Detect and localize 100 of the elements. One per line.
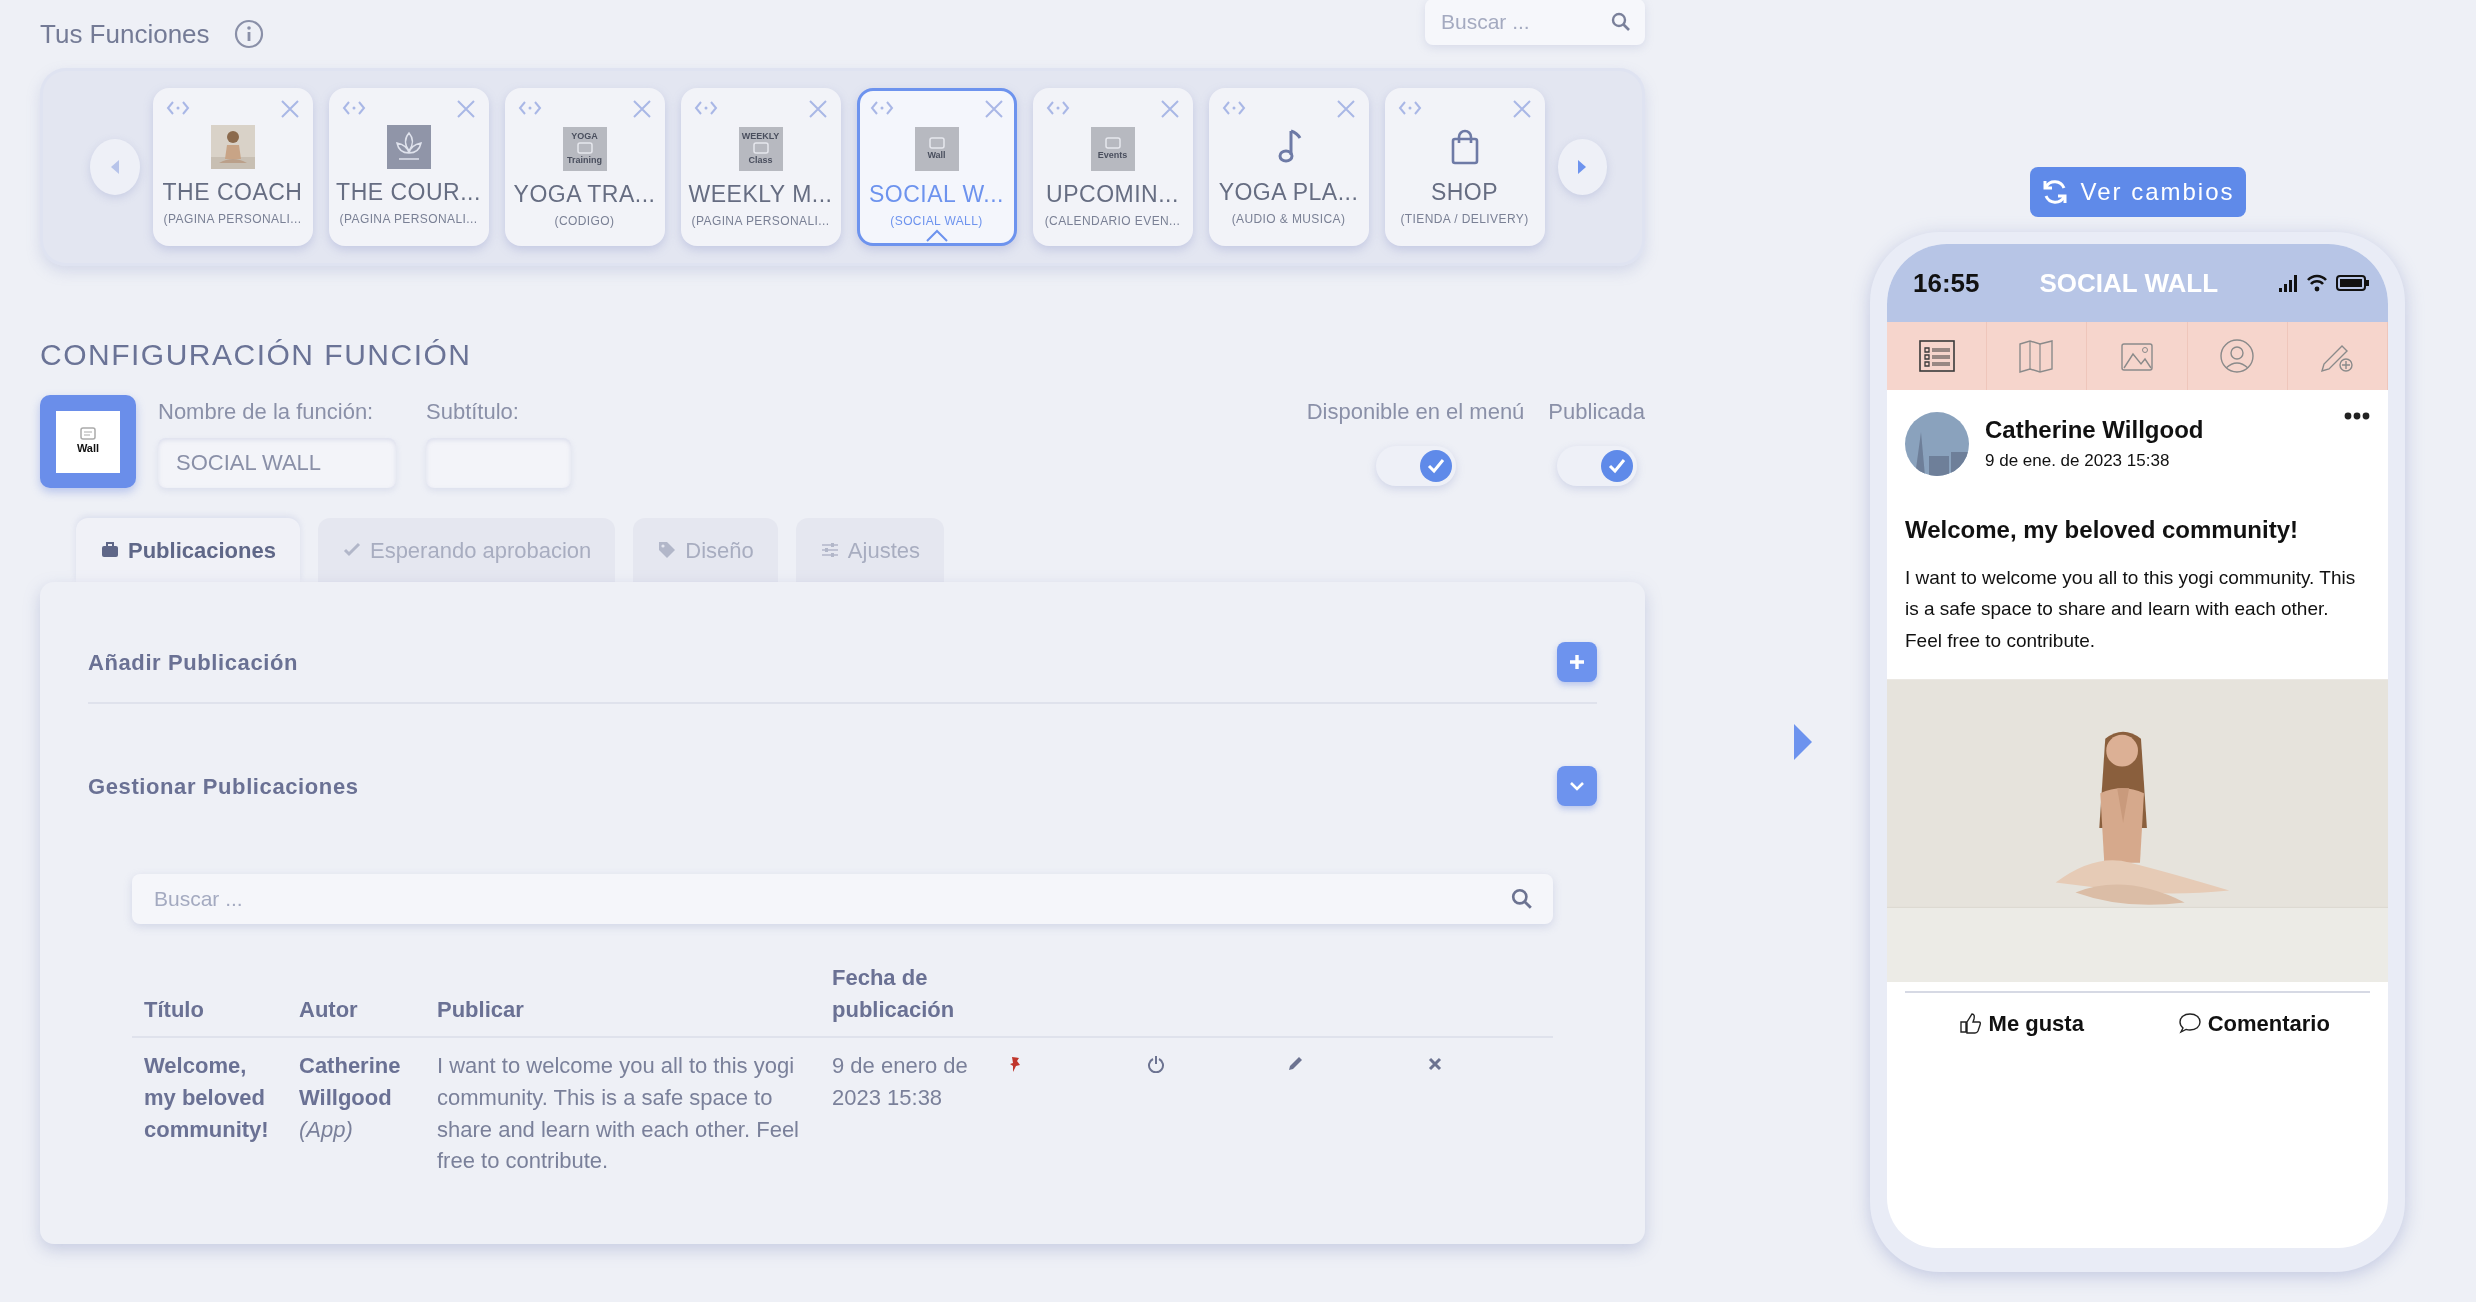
table-cell: Welcome, my beloved community!: [144, 1052, 269, 1142]
column-header: Autor: [299, 996, 358, 1022]
search-icon[interactable]: [1611, 12, 1631, 32]
chat-icon: [928, 137, 945, 152]
status-time: 16:55: [1913, 266, 1980, 300]
section-title: Gestionar Publicaciones: [88, 772, 359, 801]
close-icon[interactable]: [983, 99, 1004, 119]
search-bar[interactable]: Buscar ...: [1425, 0, 1645, 45]
close-icon[interactable]: [1511, 99, 1532, 119]
edit-icon[interactable]: [1286, 1054, 1304, 1073]
column-header: Título: [144, 996, 204, 1022]
toggle-switch[interactable]: [1375, 446, 1456, 486]
code-icon: [869, 99, 894, 117]
tile-title: SOCIAL W...: [869, 180, 1004, 209]
refresh-button[interactable]: Ver cambios: [2029, 167, 2246, 217]
author-name: Catherine Willgood: [1985, 415, 2205, 445]
tile-title: YOGA TRA...: [513, 180, 656, 209]
toggle-switch[interactable]: [1556, 446, 1637, 486]
code-icon: [1221, 99, 1246, 117]
code-icon: [341, 99, 366, 117]
section-heading: CONFIGURACIÓN FUNCIÓN: [40, 337, 473, 373]
check-icon: [1607, 458, 1626, 474]
thumbnail-text: Wall: [927, 151, 946, 161]
info-icon[interactable]: [233, 19, 264, 49]
thumbnail-text: Class: [748, 156, 773, 166]
function-tile[interactable]: WEEKLY Class WEEKLY M... (PAGINA PERSONALI...: [680, 88, 841, 246]
chat-icon: [576, 142, 593, 156]
search-bar[interactable]: Buscar ...: [132, 874, 1553, 924]
column-header: Fecha de publicación: [832, 965, 955, 1022]
caret-icon: [924, 229, 949, 243]
next-button[interactable]: [1557, 139, 1607, 195]
search-field[interactable]: Buscar ...: [1439, 5, 1605, 39]
signal-icon: [2278, 274, 2298, 292]
code-icon: [1397, 99, 1422, 117]
code-icon: [693, 99, 718, 117]
field-label: Nombre de la función:: [158, 398, 375, 426]
field-label: Subtítulo:: [426, 398, 520, 426]
close-icon[interactable]: [455, 99, 476, 119]
close-icon[interactable]: [1159, 99, 1180, 119]
tile-title: UPCOMIN...: [1046, 180, 1179, 209]
tile-subtitle: (PAGINA PERSONALI...: [691, 212, 830, 230]
tile-subtitle: (PAGINA PERSONALI...: [339, 210, 478, 228]
thumbs-up-icon: [1958, 1011, 1983, 1036]
check-icon: [1426, 458, 1445, 474]
lotus-icon: [386, 125, 431, 169]
wifi-icon: [2306, 274, 2328, 292]
plus-icon: [1568, 653, 1586, 671]
power-icon[interactable]: [1146, 1054, 1165, 1073]
thumbnail-text: YOGA: [571, 132, 598, 142]
function-tile[interactable]: THE COACH (PAGINA PERSONALI...: [152, 88, 313, 246]
close-icon[interactable]: [631, 99, 652, 119]
app-title: SOCIAL WALL: [2039, 266, 2219, 300]
toggle-label: Disponible en el menú: [1306, 398, 1525, 426]
expand-button[interactable]: [1557, 766, 1597, 806]
tile-subtitle: (CODIGO): [554, 212, 615, 230]
column-header: Publicar: [437, 996, 524, 1022]
function-tile[interactable]: Events UPCOMIN... (CALENDARIO EVEN...: [1032, 88, 1193, 246]
text-field[interactable]: SOCIAL WALL: [158, 438, 396, 488]
post-text: I want to welcome you all to this yogi community. This is a safe space to share and learn with each other. Feel free to contribute.: [1905, 566, 2357, 653]
right-arrow-icon[interactable]: [1792, 722, 1814, 762]
function-tile[interactable]: Wall SOCIAL W... (SOCIAL WALL): [856, 88, 1017, 246]
comment-button[interactable]: Comentario: [2137, 993, 2370, 1054]
tile-title: THE COACH: [162, 178, 303, 207]
close-icon[interactable]: [279, 99, 300, 119]
post-date: 9 de ene. de 2023 15:38: [1985, 450, 2171, 472]
tab[interactable]: Publicaciones: [76, 518, 300, 582]
table-cell-text: (App): [299, 1115, 354, 1144]
speech-bubble-icon: [2177, 1011, 2202, 1036]
function-tile[interactable]: SHOP (TIENDA / DELIVERY): [1384, 88, 1545, 246]
table-cell: I want to welcome you all to this yogi community. This is a safe space to share and learn with each other. Feel free to contribute.: [437, 1052, 799, 1174]
code-icon: [1045, 99, 1070, 117]
function-tile[interactable]: YOGA Training YOGA TRA... (CODIGO): [504, 88, 665, 246]
function-icon-label: Wall: [76, 440, 100, 456]
add-button[interactable]: [1557, 642, 1597, 682]
tag-icon: [657, 540, 678, 560]
briefcase-icon: [100, 540, 120, 560]
tile-title: WEEKLY M...: [688, 180, 833, 209]
close-icon[interactable]: [1335, 99, 1356, 119]
previous-button[interactable]: [90, 139, 140, 195]
tile-subtitle: (AUDIO & MUSICA): [1231, 210, 1346, 228]
table-cell: 9 de enero de 2023 15:38: [832, 1052, 968, 1110]
more-icon[interactable]: [2344, 412, 2370, 420]
table-cell-text: Catherine Willgood: [299, 1051, 402, 1112]
chevron-down-icon: [1569, 780, 1585, 792]
chat-icon: [80, 426, 96, 440]
close-icon[interactable]: [807, 99, 828, 119]
function-tile[interactable]: THE COUR... (PAGINA PERSONALI...: [328, 88, 489, 246]
toggle-label: Publicada: [1548, 398, 1645, 426]
tile-subtitle: (SOCIAL WALL): [890, 212, 983, 230]
thumbnail-text: Events: [1097, 151, 1128, 161]
search-field[interactable]: Buscar ...: [152, 882, 1511, 916]
sliders-icon: [819, 540, 840, 560]
chat-icon: [752, 142, 769, 156]
search-icon[interactable]: [1511, 888, 1533, 910]
tile-title: THE COUR...: [336, 178, 481, 207]
code-icon: [165, 99, 190, 117]
chat-icon: [1104, 137, 1121, 152]
list-icon[interactable]: [1916, 338, 1957, 374]
like-button[interactable]: Me gusta: [1905, 993, 2138, 1054]
function-tile[interactable]: YOGA PLA... (AUDIO & MUSICA): [1208, 88, 1369, 246]
